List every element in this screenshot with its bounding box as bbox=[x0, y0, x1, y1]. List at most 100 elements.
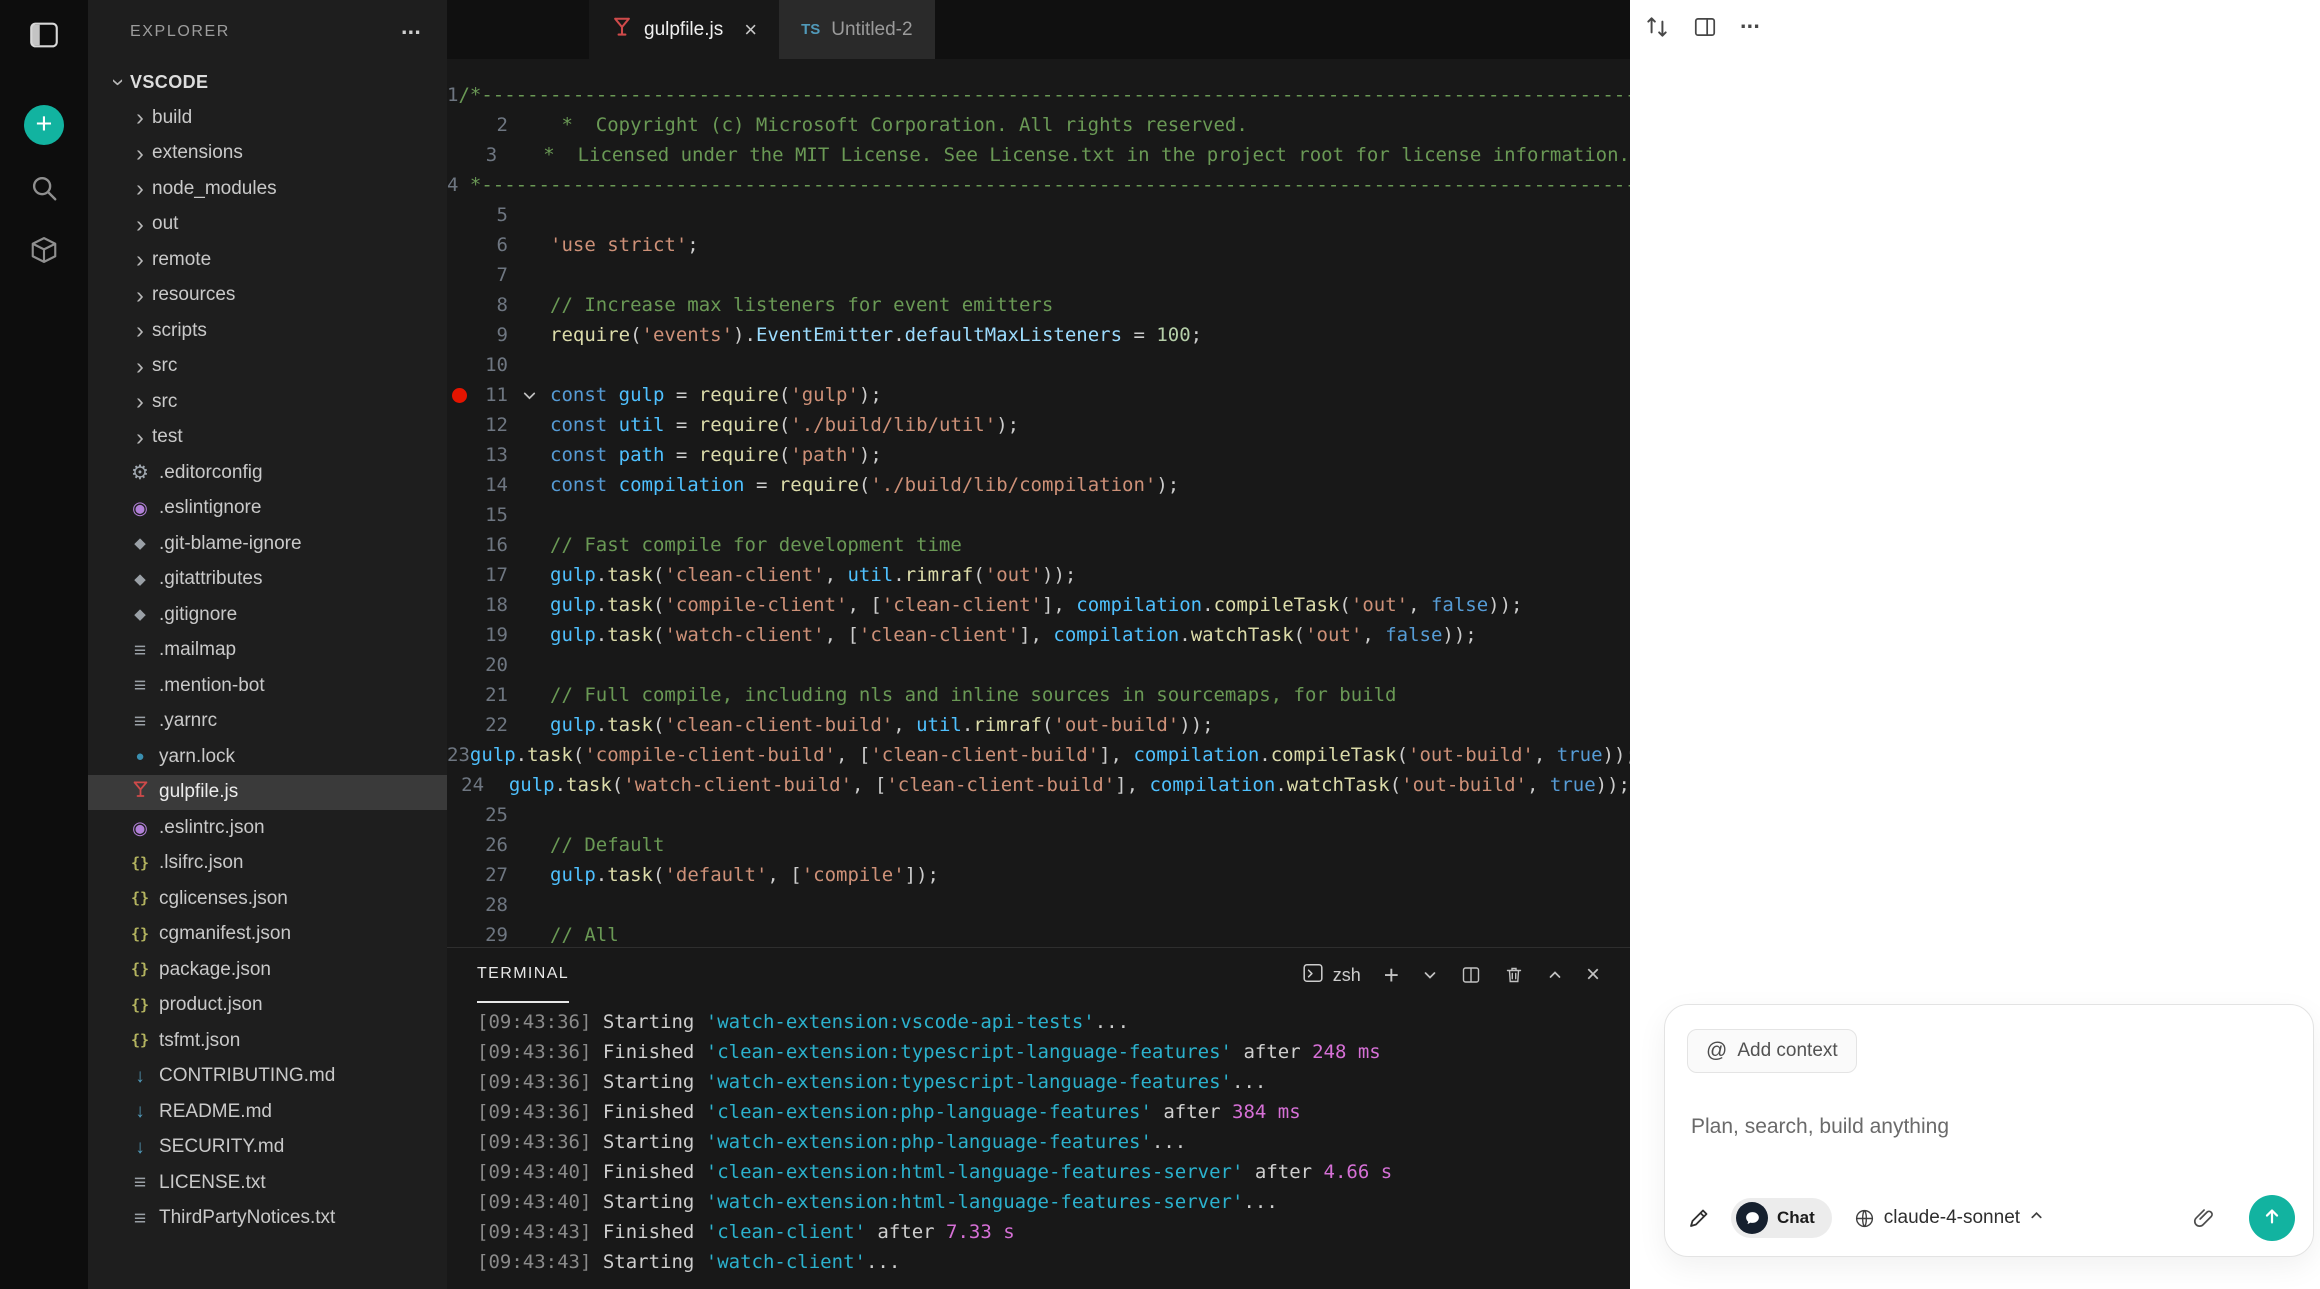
tree-file-cglicenses.json[interactable]: {}cglicenses.json bbox=[88, 881, 447, 917]
chat-toolbar: Chat claude-4-sonnet bbox=[1687, 1195, 2295, 1241]
new-session-button[interactable]: + bbox=[24, 105, 64, 145]
model-selector[interactable]: claude-4-sonnet bbox=[1854, 1207, 2044, 1229]
terminal-output[interactable]: [09:43:36] Starting 'watch-extension:vsc… bbox=[447, 1002, 1630, 1281]
chevron-right-icon: › bbox=[128, 390, 152, 413]
editor-more-actions-icon[interactable]: ··· bbox=[1740, 13, 1760, 40]
tree-file-product.json[interactable]: {}product.json bbox=[88, 988, 447, 1024]
chevron-right-icon: › bbox=[128, 248, 152, 271]
tree-folder-resources[interactable]: ›resources bbox=[88, 278, 447, 314]
tree-folder-build[interactable]: ›build bbox=[88, 100, 447, 136]
shell-selector[interactable]: zsh bbox=[1302, 962, 1361, 989]
tree-file-LICENSE.txt[interactable]: ≡LICENSE.txt bbox=[88, 1165, 447, 1201]
tree-folder-src[interactable]: ›src bbox=[88, 349, 447, 385]
tree-file-.eslintignore[interactable]: ◉.eslintignore bbox=[88, 491, 447, 527]
tree-folder-src[interactable]: ›src bbox=[88, 384, 447, 420]
tree-folder-node_modules[interactable]: ›node_modules bbox=[88, 171, 447, 207]
line-number: 26 bbox=[471, 834, 508, 856]
tree-folder-test[interactable]: ›test bbox=[88, 420, 447, 456]
tree-file-package.json[interactable]: {}package.json bbox=[88, 952, 447, 988]
maximize-panel-icon[interactable] bbox=[1547, 967, 1563, 983]
tree-file-SECURITY.md[interactable]: ↓SECURITY.md bbox=[88, 1130, 447, 1166]
tree-root-vscode[interactable]: › VSCODE bbox=[88, 64, 447, 100]
chevron-right-icon: › bbox=[128, 213, 152, 236]
tree-item-label: src bbox=[152, 391, 177, 413]
code-line: 10 bbox=[447, 350, 1630, 380]
tree-item-label: .eslintrc.json bbox=[159, 817, 265, 839]
tree-file-.git-blame-ignore[interactable]: ◆.git-blame-ignore bbox=[88, 526, 447, 562]
code-text: const path = require('path'); bbox=[550, 444, 882, 466]
code-line: 25 bbox=[447, 800, 1630, 830]
attach-file-button[interactable] bbox=[2192, 1207, 2215, 1230]
tree-folder-remote[interactable]: ›remote bbox=[88, 242, 447, 278]
more-actions-icon[interactable]: ··· bbox=[401, 19, 421, 46]
code-text: require('events').EventEmitter.defaultMa… bbox=[550, 324, 1202, 346]
chat-mode-toggle[interactable]: Chat bbox=[1731, 1198, 1832, 1238]
send-button[interactable] bbox=[2249, 1195, 2295, 1241]
tree-folder-extensions[interactable]: ›extensions bbox=[88, 136, 447, 172]
tree-file-.yarnrc[interactable]: ≡.yarnrc bbox=[88, 704, 447, 740]
tree-item-label: .git-blame-ignore bbox=[159, 533, 302, 555]
line-number: 15 bbox=[471, 504, 508, 526]
tree-file-.lsifrc.json[interactable]: {}.lsifrc.json bbox=[88, 846, 447, 882]
compare-changes-icon[interactable] bbox=[1644, 14, 1670, 40]
package-button[interactable] bbox=[24, 233, 64, 271]
tree-file-.gitignore[interactable]: ◆.gitignore bbox=[88, 597, 447, 633]
chat-input-placeholder[interactable]: Plan, search, build anything bbox=[1691, 1115, 1949, 1139]
code-line: 14const compilation = require('./build/l… bbox=[447, 470, 1630, 500]
breakpoint-dot[interactable] bbox=[447, 388, 471, 403]
tree-item-label: remote bbox=[152, 249, 211, 271]
tree-file-.mention-bot[interactable]: ≡.mention-bot bbox=[88, 668, 447, 704]
tree-item-label: src bbox=[152, 355, 177, 377]
line-number: 16 bbox=[471, 534, 508, 556]
fold-chevron-icon[interactable] bbox=[508, 387, 550, 404]
tree-file-tsfmt.json[interactable]: {}tsfmt.json bbox=[88, 1023, 447, 1059]
json-file-icon: {} bbox=[131, 927, 149, 942]
line-number: 1 bbox=[447, 84, 458, 106]
tree-file-.gitattributes[interactable]: ◆.gitattributes bbox=[88, 562, 447, 598]
line-number: 27 bbox=[471, 864, 508, 886]
add-context-button[interactable]: @ Add context bbox=[1687, 1029, 1857, 1073]
code-text: gulp.task('watch-client-build', ['clean-… bbox=[509, 774, 1630, 796]
tree-file-CONTRIBUTING.md[interactable]: ↓CONTRIBUTING.md bbox=[88, 1059, 447, 1095]
terminal-tab[interactable]: TERMINAL bbox=[477, 947, 569, 1003]
yarn-file-icon: ● bbox=[135, 749, 144, 764]
split-editor-icon[interactable] bbox=[1692, 14, 1718, 40]
tree-folder-out[interactable]: ›out bbox=[88, 207, 447, 243]
line-number: 12 bbox=[471, 414, 508, 436]
new-terminal-button[interactable]: + bbox=[1384, 962, 1399, 988]
search-button[interactable] bbox=[24, 171, 64, 209]
md-file-icon: ↓ bbox=[135, 1138, 145, 1157]
terminal-dropdown-icon[interactable] bbox=[1422, 967, 1438, 983]
code-line: 5 bbox=[447, 200, 1630, 230]
tab-Untitled-2[interactable]: TSUntitled-2 bbox=[779, 0, 935, 59]
split-terminal-icon[interactable] bbox=[1461, 965, 1481, 985]
terminal-line: [09:43:36] Finished 'clean-extension:php… bbox=[477, 1101, 1630, 1131]
kill-terminal-icon[interactable] bbox=[1504, 965, 1524, 985]
chevron-right-icon: › bbox=[128, 284, 152, 307]
tab-gulpfile.js[interactable]: gulpfile.js× bbox=[589, 0, 779, 59]
tree-folder-scripts[interactable]: ›scripts bbox=[88, 313, 447, 349]
tree-item-label: .gitattributes bbox=[159, 568, 263, 590]
file-tree: ›build›extensions›node_modules›out›remot… bbox=[88, 100, 447, 1236]
gulp-icon bbox=[611, 16, 633, 44]
tree-file-yarn.lock[interactable]: ●yarn.lock bbox=[88, 739, 447, 775]
chat-bubble-icon bbox=[1736, 1202, 1768, 1234]
window-toolbar: ··· bbox=[1644, 13, 1760, 40]
close-panel-icon[interactable]: × bbox=[1586, 963, 1600, 987]
tree-file-.eslintrc.json[interactable]: ◉.eslintrc.json bbox=[88, 810, 447, 846]
tree-file-ThirdPartyNotices.txt[interactable]: ≡ThirdPartyNotices.txt bbox=[88, 1201, 447, 1237]
tree-file-gulpfile.js[interactable]: gulpfile.js bbox=[88, 775, 447, 811]
line-number: 7 bbox=[471, 264, 508, 286]
tree-file-.editorconfig[interactable]: ⚙.editorconfig bbox=[88, 455, 447, 491]
close-tab-icon[interactable]: × bbox=[744, 19, 757, 41]
tree-item-label: .gitignore bbox=[159, 604, 237, 626]
tree-file-README.md[interactable]: ↓README.md bbox=[88, 1094, 447, 1130]
code-editor[interactable]: 1/*-------------------------------------… bbox=[447, 59, 1630, 947]
tree-file-.mailmap[interactable]: ≡.mailmap bbox=[88, 633, 447, 669]
code-line: 12const util = require('./build/lib/util… bbox=[447, 410, 1630, 440]
code-line: 27gulp.task('default', ['compile']); bbox=[447, 860, 1630, 890]
compose-button[interactable] bbox=[1687, 1206, 1711, 1230]
toggle-sidebar-button[interactable] bbox=[22, 15, 66, 59]
tree-file-cgmanifest.json[interactable]: {}cgmanifest.json bbox=[88, 917, 447, 953]
terminal-line: [09:43:43] Starting 'watch-client'... bbox=[477, 1251, 1630, 1281]
